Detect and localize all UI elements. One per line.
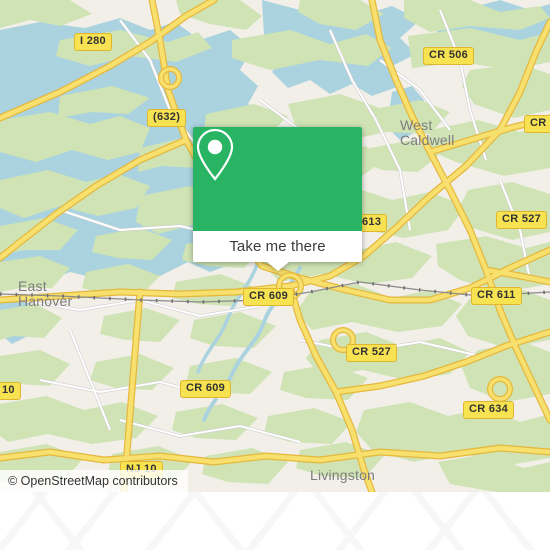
map-canvas[interactable]: I 280 (632) CR 506 CR 5 CR 527 613 CR 60…: [0, 0, 550, 492]
road-shield: CR 611: [471, 287, 522, 305]
map-screenshot: I 280 (632) CR 506 CR 5 CR 527 613 CR 60…: [0, 0, 550, 550]
road-shield: (632): [147, 109, 187, 127]
road-shield: CR 609: [243, 288, 295, 306]
place-label-line: West: [400, 117, 433, 133]
callout-card-body: [193, 127, 362, 231]
osm-attribution[interactable]: © OpenStreetMap contributors: [0, 470, 188, 492]
place-label-west-caldwell: West Caldwell: [400, 118, 455, 148]
road-shield: CR 634: [463, 401, 515, 419]
footer-bar: Irving C Marcus Lawyer, 75 Eisenhower Pk…: [0, 492, 550, 550]
road-shield: CR 5: [524, 115, 550, 133]
road-shield: CR 506: [423, 47, 475, 65]
place-label-livingston: Livingston: [310, 467, 376, 483]
road-shield: CR 527: [346, 344, 398, 362]
place-label-line: Caldwell: [400, 132, 455, 148]
place-label-line: Hanover: [18, 293, 73, 309]
road-shield: CR 609: [180, 380, 232, 398]
road-shield: 10: [0, 382, 21, 400]
road-shield: CR 527: [496, 211, 548, 229]
callout-pointer: [266, 262, 289, 271]
location-callout-card[interactable]: Take me there: [193, 127, 362, 271]
road-shield: I 280: [74, 33, 112, 51]
take-me-there-button[interactable]: Take me there: [193, 231, 362, 262]
footer-watermark: [0, 492, 536, 550]
place-label-line: East: [18, 278, 47, 294]
place-label-east-hanover: East Hanover: [18, 279, 72, 309]
